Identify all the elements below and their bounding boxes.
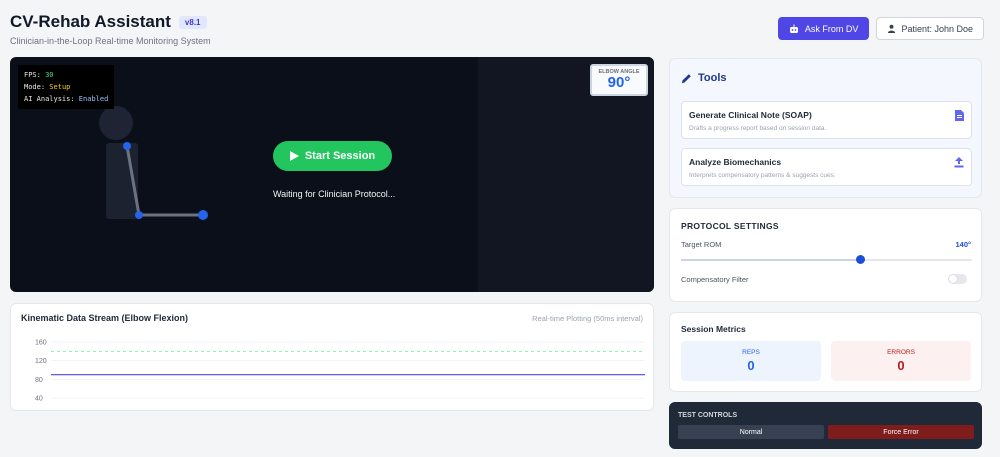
upload-icon bbox=[954, 157, 964, 168]
y-tick-label: 160 bbox=[35, 340, 47, 347]
ai-value: Enabled bbox=[78, 95, 109, 103]
normal-button[interactable]: Normal bbox=[678, 425, 824, 439]
patient-label: Patient: John Doe bbox=[901, 23, 973, 34]
compensatory-filter-label: Compensatory Filter bbox=[681, 275, 749, 284]
target-rom-label: Target ROM bbox=[681, 240, 722, 249]
user-icon bbox=[888, 24, 896, 33]
target-rom-value: 140° bbox=[955, 240, 971, 249]
tool-name: Analyze Biomechanics bbox=[689, 157, 782, 167]
patient-button[interactable]: Patient: John Doe bbox=[876, 17, 984, 40]
tool-generate-note[interactable]: Generate Clinical Note (SOAP) Drafts a p… bbox=[681, 101, 972, 139]
ask-dv-button[interactable]: Ask From DV bbox=[777, 17, 870, 40]
target-rom-slider[interactable] bbox=[681, 255, 972, 264]
mode-label: Mode: bbox=[24, 83, 46, 91]
tools-title: Tools bbox=[698, 72, 727, 84]
shoulder-joint bbox=[123, 142, 131, 150]
reps-label: REPS bbox=[742, 349, 760, 356]
pencil-icon bbox=[681, 73, 691, 83]
reps-metric: REPS 0 bbox=[681, 341, 821, 381]
fps-label: FPS: bbox=[24, 71, 41, 79]
start-session-button[interactable]: Start Session bbox=[273, 141, 392, 171]
y-tick-label: 80 bbox=[35, 377, 43, 384]
fps-value: 30 bbox=[45, 71, 54, 79]
mode-value: Setup bbox=[49, 83, 71, 91]
session-metrics-panel: Session Metrics REPS 0 ERRORS 0 bbox=[669, 312, 982, 392]
app-title: CV-Rehab Assistant bbox=[10, 12, 171, 31]
toggle-knob bbox=[949, 275, 957, 283]
elbow-angle-readout: ELBOW ANGLE 90° bbox=[590, 64, 648, 96]
metrics-title: Session Metrics bbox=[681, 324, 746, 334]
y-tick-label: 40 bbox=[35, 396, 43, 403]
y-tick-label: 120 bbox=[35, 358, 47, 365]
kinematic-chart-card: 160 120 80 40 Kinematic Data Stream (Elbow … bbox=[10, 303, 654, 411]
document-icon bbox=[955, 110, 964, 121]
tool-description: Interprets compensatory patterns & sugge… bbox=[689, 172, 836, 179]
errors-value: 0 bbox=[897, 358, 905, 373]
errors-label: ERRORS bbox=[887, 349, 915, 356]
tool-name: Generate Clinical Note (SOAP) bbox=[689, 110, 812, 120]
wrist-joint bbox=[198, 210, 208, 220]
protocol-settings-panel: PROTOCOL SETTINGS Target ROM 140° Compen… bbox=[669, 208, 982, 302]
play-icon bbox=[289, 151, 299, 161]
camera-view: FPS: 30 Mode: Setup AI Analysis: Enabled… bbox=[10, 57, 654, 292]
start-session-label: Start Session bbox=[304, 150, 376, 162]
protocol-title: PROTOCOL SETTINGS bbox=[681, 221, 779, 231]
tools-header: Tools bbox=[681, 72, 727, 84]
test-controls-panel: TEST CONTROLS Normal Force Error bbox=[669, 402, 982, 449]
ask-dv-label: Ask From DV bbox=[804, 23, 859, 34]
tool-description: Drafts a progress report based on sessio… bbox=[689, 125, 827, 132]
app-header: CV-Rehab Assistant v8.1 Clinician-in-the… bbox=[10, 12, 211, 46]
session-status-text: Waiting for Clinician Protocol... bbox=[273, 189, 396, 199]
skeleton-head bbox=[99, 106, 133, 140]
version-badge: v8.1 bbox=[178, 15, 207, 29]
chart-subtitle: Real-time Plotting (50ms interval) bbox=[532, 314, 643, 323]
slider-fill bbox=[681, 259, 860, 261]
reps-value: 0 bbox=[747, 358, 755, 373]
elbow-angle-value: 90° bbox=[607, 74, 631, 91]
hud-overlay: FPS: 30 Mode: Setup AI Analysis: Enabled bbox=[18, 65, 115, 109]
header-actions: Ask From DV Patient: John Doe bbox=[777, 17, 984, 40]
ai-label: AI Analysis: bbox=[24, 95, 75, 103]
chart-title: Kinematic Data Stream (Elbow Flexion) bbox=[21, 313, 189, 323]
robot-icon bbox=[789, 24, 798, 33]
test-controls-title: TEST CONTROLS bbox=[678, 412, 738, 419]
slider-thumb[interactable] bbox=[855, 255, 865, 264]
force-error-button[interactable]: Force Error bbox=[828, 425, 974, 439]
tools-panel: Tools Generate Clinical Note (SOAP) Draf… bbox=[669, 58, 982, 198]
app-subtitle: Clinician-in-the-Loop Real-time Monitori… bbox=[10, 36, 211, 46]
tool-analyze-biomechanics[interactable]: Analyze Biomechanics Interprets compensa… bbox=[681, 148, 972, 186]
compensatory-filter-toggle[interactable] bbox=[948, 274, 967, 284]
elbow-joint bbox=[135, 211, 143, 219]
errors-metric: ERRORS 0 bbox=[831, 341, 971, 381]
